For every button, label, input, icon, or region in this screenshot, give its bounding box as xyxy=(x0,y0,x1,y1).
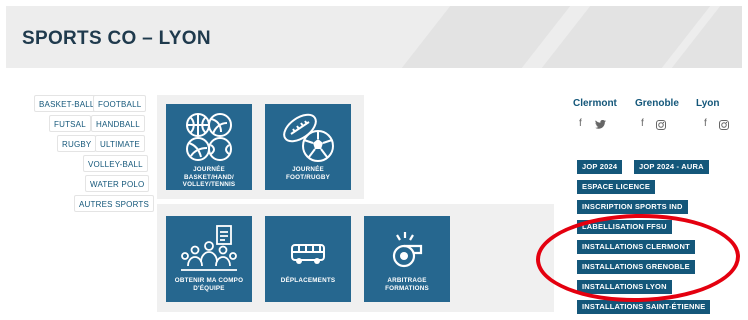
instagram-icon[interactable] xyxy=(719,120,729,130)
tile-caption: JOURNÉE BASKET/HAND/ VOLLEY/TENNIS xyxy=(182,166,236,188)
link-inscription-sports-ind[interactable]: INSCRIPTION SPORTS IND xyxy=(577,200,688,214)
tile-caption: ARBITRAGE FORMATIONS xyxy=(385,277,429,292)
sport-link-ultimate[interactable]: ULTIMATE xyxy=(95,135,145,152)
twitter-icon[interactable] xyxy=(595,120,606,129)
tile-caption: JOURNÉE FOOT/RUGBY xyxy=(286,166,330,181)
page-title: SPORTS CO – LYON xyxy=(22,28,211,49)
sport-link-rugby[interactable]: RUGBY xyxy=(57,135,97,152)
sport-link-basket-ball[interactable]: BASKET-BALL xyxy=(34,95,100,112)
tile-obtenir-ma-compo[interactable]: OBTENIR MA COMPO D'ÉQUIPE xyxy=(166,216,252,302)
facebook-icon[interactable]: f xyxy=(704,118,707,129)
team-icon xyxy=(181,225,237,271)
link-installations-saint-etienne[interactable]: INSTALLATIONS SAINT-ÉTIENNE xyxy=(577,300,711,314)
sport-link-water-polo[interactable]: WATER POLO xyxy=(85,175,150,192)
bus-icon xyxy=(291,244,325,264)
tile-journee-basket-hand-volley-tennis[interactable]: JOURNÉE BASKET/HAND/ VOLLEY/TENNIS xyxy=(166,104,252,190)
tile-arbitrage-formations[interactable]: ARBITRAGE FORMATIONS xyxy=(364,216,450,302)
sport-link-football[interactable]: FOOTBALL xyxy=(93,95,147,112)
link-espace-licence[interactable]: ESPACE LICENCE xyxy=(577,180,656,194)
sport-link-handball[interactable]: HANDBALL xyxy=(91,115,145,132)
tile-caption: OBTENIR MA COMPO D'ÉQUIPE xyxy=(174,277,244,292)
instagram-icon[interactable] xyxy=(656,120,666,130)
whistle-icon xyxy=(392,232,423,268)
red-highlight-ellipse xyxy=(535,212,741,304)
rugby-football-icon xyxy=(283,113,334,162)
sport-link-volley-ball[interactable]: VOLLEY-BALL xyxy=(83,155,148,172)
tile-caption: DÉPLACEMENTS xyxy=(280,277,336,284)
page-header: SPORTS CO – LYON xyxy=(6,6,742,68)
facebook-icon[interactable]: f xyxy=(641,118,644,129)
tile-deplacements[interactable]: DÉPLACEMENTS xyxy=(265,216,351,302)
link-jop-2024[interactable]: JOP 2024 xyxy=(577,160,623,174)
facebook-icon[interactable]: f xyxy=(579,118,582,129)
balls-icon xyxy=(186,113,232,161)
sport-link-futsal[interactable]: FUTSAL xyxy=(49,115,91,132)
city-grenoble-label: Grenoble xyxy=(635,98,679,109)
city-lyon-label: Lyon xyxy=(696,98,720,109)
link-jop-2024-aura[interactable]: JOP 2024 - AURA xyxy=(634,160,709,174)
tile-journee-foot-rugby[interactable]: JOURNÉE FOOT/RUGBY xyxy=(265,104,351,190)
city-clermont-label: Clermont xyxy=(573,98,617,109)
sport-link-autres-sports[interactable]: AUTRES SPORTS xyxy=(74,195,155,212)
